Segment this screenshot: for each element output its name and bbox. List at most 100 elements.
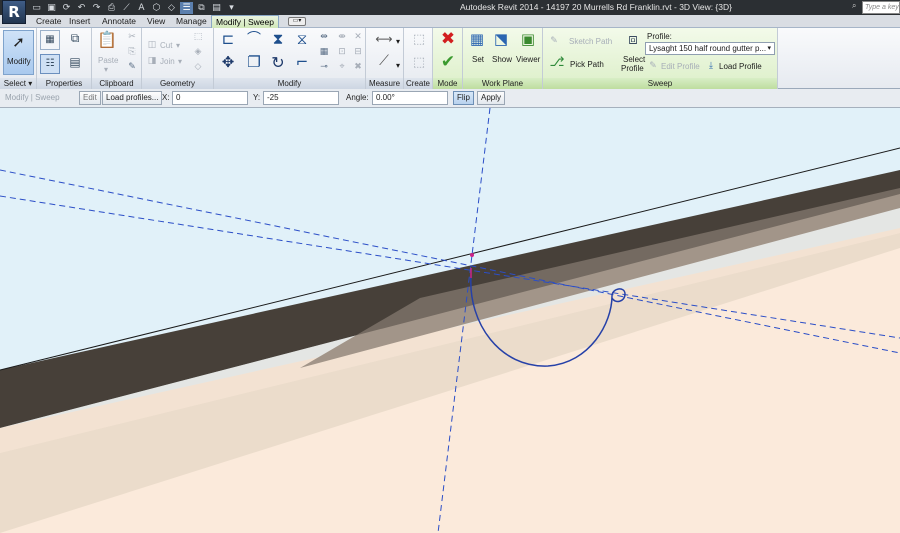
modify-button[interactable]: ➚ Modify <box>3 30 34 75</box>
tab-create[interactable]: Create <box>32 15 66 28</box>
unpin-icon[interactable]: ⌖ <box>336 61 348 73</box>
join-geometry-label[interactable]: Join <box>160 57 175 66</box>
search-icon: ⌕ <box>852 1 857 10</box>
tab-modify-sweep[interactable]: Modify | Sweep <box>211 15 279 29</box>
panel-modify: ⊏ ⌒ ⧗ ⧖ ✥ ❐ ↻ ⌐ ⇹ ▦ ⊸ ⇼ ⊡ ⌖ ✕ ⊟ ✖ Modify <box>214 28 366 89</box>
3d-view-icon[interactable]: ⬡ <box>150 2 163 14</box>
search-input[interactable]: Type a keyw <box>862 1 900 14</box>
edit-profile-label[interactable]: Edit Profile <box>661 62 700 71</box>
select-panel-label[interactable]: Select ▾ <box>0 78 36 89</box>
profile-select[interactable]: Lysaght 150 half round gutter p... ▾ <box>645 42 775 55</box>
join-dropdown-icon[interactable]: ▾ <box>178 57 182 66</box>
app-logo-icon[interactable]: R <box>2 0 26 24</box>
model-canvas[interactable] <box>0 108 900 533</box>
tag-icon[interactable]: A <box>135 2 148 14</box>
open-icon[interactable]: ▭ <box>30 2 43 14</box>
copy-icon[interactable]: ⎘ <box>126 46 138 58</box>
set-work-plane-icon[interactable]: ▦ <box>467 31 487 51</box>
cut-geometry-label[interactable]: Cut <box>160 41 172 50</box>
join-geometry-icon[interactable]: ◨ <box>146 55 158 67</box>
select-profile-icon[interactable]: ⧈ <box>623 31 643 51</box>
aligned-dimension-icon[interactable]: ⟋ <box>372 53 396 73</box>
tab-view[interactable]: View <box>143 15 169 28</box>
align-icon[interactable]: ⊏ <box>218 31 238 51</box>
finish-edit-icon[interactable]: ✔ <box>439 54 457 72</box>
unpin-element-icon[interactable]: ⊟ <box>352 46 364 58</box>
ribbon-options-icon[interactable]: ▭▾ <box>288 17 306 26</box>
print-icon[interactable]: ⎙ <box>105 2 118 14</box>
save-icon[interactable]: ▣ <box>45 2 58 14</box>
section-icon[interactable]: ◇ <box>165 2 178 14</box>
redo-icon[interactable]: ↷ <box>90 2 103 14</box>
sketch-path-icon[interactable]: ✎ <box>548 35 560 47</box>
sync-icon[interactable]: ⟳ <box>60 2 73 14</box>
match-properties-icon[interactable]: ✎ <box>126 61 138 73</box>
window-title: Autodesk Revit 2014 - 14197 20 Murrells … <box>460 2 732 12</box>
profile-insertion-point[interactable] <box>470 253 474 257</box>
work-plane-panel-label: Work Plane <box>463 78 542 89</box>
paint-icon[interactable]: ◈ <box>192 46 204 58</box>
select-profile-label-1[interactable]: Select <box>623 55 645 64</box>
edit-button[interactable]: Edit <box>79 91 101 105</box>
split-element-icon[interactable]: ⇹ <box>318 31 330 43</box>
create-similar-icon[interactable]: ⬚ <box>410 31 428 49</box>
delete-icon[interactable]: ✖ <box>352 61 364 73</box>
pick-path-icon[interactable]: ⎇ <box>547 54 567 72</box>
split-face-icon[interactable]: ⬚ <box>192 31 204 43</box>
paste-dropdown-icon[interactable]: ▾ <box>104 65 108 74</box>
viewer-label[interactable]: Viewer <box>516 55 540 64</box>
trim-extend-icon[interactable]: ⌐ <box>292 54 312 74</box>
angle-input[interactable]: 0.00° <box>372 91 448 105</box>
offset-icon[interactable]: ⌒ <box>244 31 264 51</box>
3d-viewport[interactable] <box>0 108 900 533</box>
remove-paint-icon[interactable]: ◇ <box>192 61 204 73</box>
show-label[interactable]: Show <box>492 55 512 64</box>
dropdown-icon[interactable]: ▾ <box>225 2 238 14</box>
measure-between-icon[interactable]: ⟷ <box>372 31 396 49</box>
paste-icon[interactable]: 📋 <box>97 31 117 51</box>
mirror-draw-icon[interactable]: ⧖ <box>292 31 312 51</box>
undo-icon[interactable]: ↶ <box>75 2 88 14</box>
tab-annotate[interactable]: Annotate <box>98 15 140 28</box>
family-category-icon[interactable]: ▤ <box>65 54 85 74</box>
scale-icon[interactable]: ⊡ <box>336 46 348 58</box>
thin-lines-icon[interactable]: ☰ <box>180 1 193 14</box>
load-profiles-button[interactable]: Load profiles... <box>102 91 163 105</box>
measure-dropdown-icon[interactable]: ▾ <box>396 37 400 46</box>
dimension-dropdown-icon[interactable]: ▾ <box>396 61 400 70</box>
y-offset-input[interactable]: -25 <box>263 91 339 105</box>
viewer-icon[interactable]: ▣ <box>518 31 538 51</box>
pick-path-label[interactable]: Pick Path <box>570 60 604 69</box>
copy-element-icon[interactable]: ❐ <box>244 54 264 74</box>
load-profile-label[interactable]: Load Profile <box>719 62 762 71</box>
set-label[interactable]: Set <box>472 55 484 64</box>
pin-icon[interactable]: ✕ <box>352 31 364 43</box>
rotate-icon[interactable]: ↻ <box>268 54 288 74</box>
measure-icon[interactable]: ⟋ <box>120 2 133 14</box>
type-properties-icon[interactable]: ▦ <box>40 30 60 50</box>
array-icon[interactable]: ▦ <box>318 46 330 58</box>
tab-insert[interactable]: Insert <box>65 15 94 28</box>
properties-icon[interactable]: ☷ <box>40 54 60 74</box>
x-offset-input[interactable]: 0 <box>172 91 248 105</box>
apply-button[interactable]: Apply <box>477 91 506 105</box>
move-icon[interactable]: ✥ <box>218 54 238 74</box>
flip-button[interactable]: Flip <box>453 91 474 105</box>
family-types-icon[interactable]: ⧉ <box>65 30 85 50</box>
mirror-axis-icon[interactable]: ⧗ <box>268 31 288 51</box>
show-work-plane-icon[interactable]: ⬔ <box>491 31 511 51</box>
sketch-path-label[interactable]: Sketch Path <box>569 37 612 46</box>
cut-geometry-icon[interactable]: ◫ <box>146 39 158 51</box>
load-profile-icon[interactable]: ⤓ <box>705 60 717 72</box>
cancel-edit-icon[interactable]: ✖ <box>439 31 457 49</box>
cut-dropdown-icon[interactable]: ▾ <box>176 41 180 50</box>
trim-multiple-icon[interactable]: ⊸ <box>318 61 330 73</box>
switch-windows-icon[interactable]: ▤ <box>210 2 223 14</box>
create-group-icon[interactable]: ⬚ <box>410 54 428 72</box>
edit-profile-icon[interactable]: ✎ <box>647 60 659 72</box>
tab-manage[interactable]: Manage <box>172 15 211 28</box>
cut-icon[interactable]: ✂ <box>126 31 138 43</box>
split-gap-icon[interactable]: ⇼ <box>336 31 348 43</box>
select-profile-label-2[interactable]: Profile <box>621 64 644 73</box>
close-hidden-icon[interactable]: ⧉ <box>195 2 208 14</box>
